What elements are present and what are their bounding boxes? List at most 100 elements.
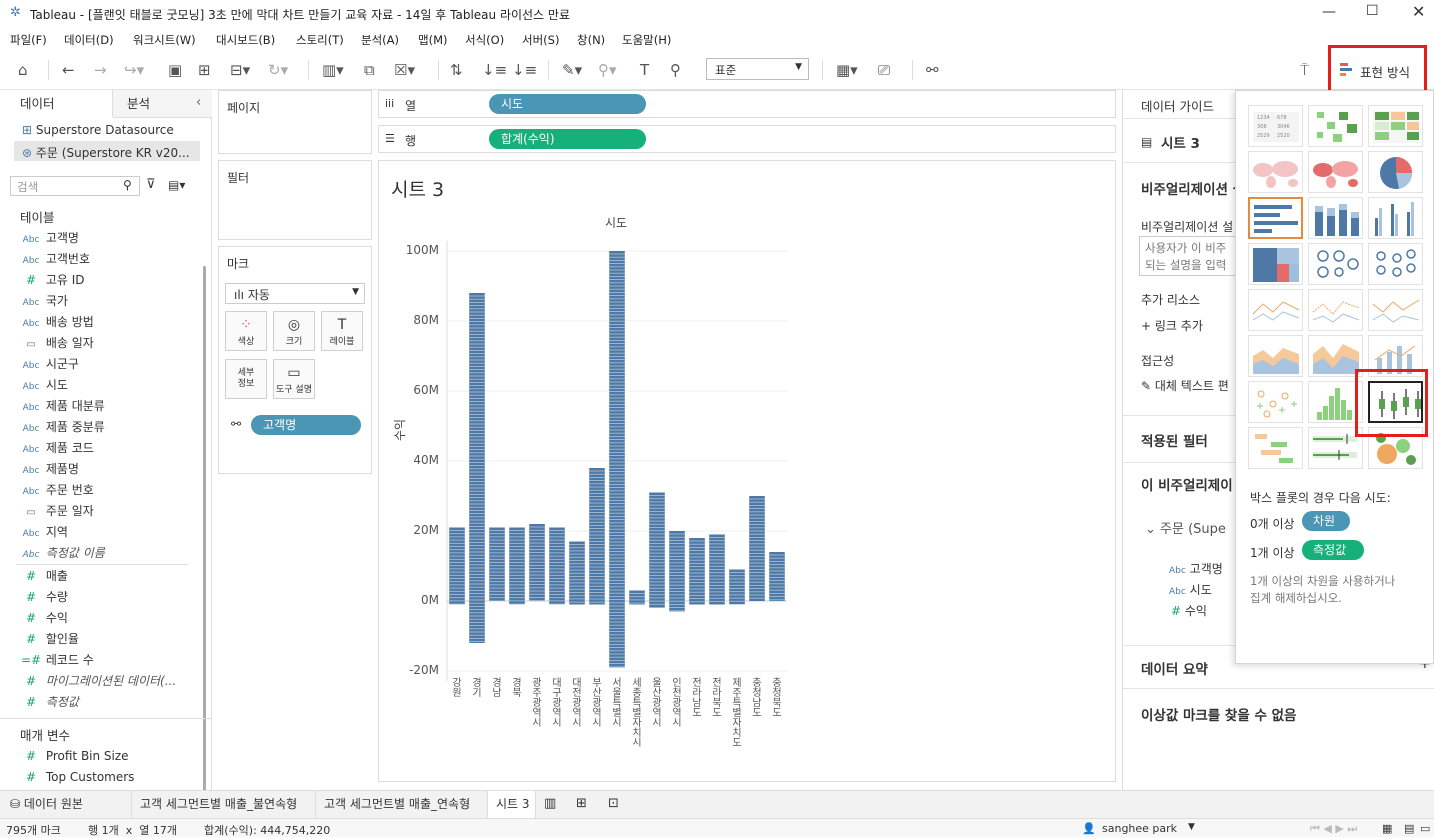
close-icon[interactable]: ✕ xyxy=(1412,2,1425,21)
menu-help[interactable]: 도움말(H) xyxy=(622,32,671,48)
dimension-field[interactable]: Abc 시도 xyxy=(20,375,68,396)
bar-fill[interactable] xyxy=(669,531,685,612)
dimension-field[interactable]: Abc 고객명 xyxy=(20,228,79,249)
dimension-field[interactable]: Abc 제품 대분류 xyxy=(20,396,105,417)
nav-first-icon[interactable]: ⏮ ◀ ▶ ⏭ xyxy=(1310,822,1357,836)
tooltip-button[interactable]: ▭ 도구 설명 xyxy=(273,359,315,399)
param-item[interactable]: # Top Customers xyxy=(20,767,134,788)
fix-axes-icon[interactable]: ⚲ xyxy=(670,60,681,80)
chart-type-hbar[interactable] xyxy=(1248,197,1303,239)
sort-asc-icon[interactable]: ↓≡ xyxy=(482,60,507,80)
pages-card[interactable]: 페이지 xyxy=(218,90,372,154)
chart-type-circles[interactable] xyxy=(1308,243,1363,285)
chart-type-treemap[interactable] xyxy=(1248,243,1303,285)
dimension-field[interactable]: # 고유 ID xyxy=(20,270,85,291)
bar-경기[interactable] xyxy=(469,293,485,643)
bar-fill[interactable] xyxy=(729,569,745,605)
bar-경남[interactable] xyxy=(489,527,505,602)
share-icon[interactable]: ⚯ xyxy=(926,60,939,80)
tab-sheet[interactable]: 고객 세그먼트별 매출_불연속형 xyxy=(132,791,316,818)
filmstrip-icon[interactable]: ▤ xyxy=(1404,822,1414,835)
columns-shelf[interactable]: iii 열 시도 xyxy=(378,90,1116,118)
chart-type-heatmap[interactable] xyxy=(1308,105,1363,147)
chart-type-line-disc[interactable] xyxy=(1308,289,1363,331)
chart-type-filled-map[interactable] xyxy=(1308,151,1363,193)
dimension-field[interactable]: Abc 배송 방법 xyxy=(20,312,94,333)
chart-type-line-cont[interactable] xyxy=(1248,289,1303,331)
dimension-field[interactable]: Abc 측정값 이름 xyxy=(20,543,105,564)
presentation-icon[interactable]: ⎚ xyxy=(878,60,890,80)
user-menu[interactable]: sanghee park xyxy=(1102,822,1177,835)
minimize-icon[interactable]: — xyxy=(1322,4,1336,20)
datasource-item-selected[interactable]: ⊛ 주문 (Superstore KR v20... xyxy=(14,141,200,161)
view-options-icon[interactable]: ▤▾ xyxy=(168,178,185,192)
rows-pill[interactable]: 합계(수익) xyxy=(489,129,646,149)
size-button[interactable]: ◎ 크기 xyxy=(273,311,315,351)
tab-data[interactable]: 데이터 xyxy=(0,90,113,118)
format-painter-icon[interactable]: ⍑ xyxy=(1300,60,1309,80)
group-icon[interactable]: ⚲▾ xyxy=(598,60,617,80)
bar-fill[interactable] xyxy=(689,538,705,605)
chart-type-dual-line[interactable] xyxy=(1368,289,1423,331)
tab-data-guide[interactable]: 데이터 가이드 xyxy=(1141,96,1214,115)
chart-type-pie[interactable] xyxy=(1368,151,1423,193)
new-dashboard-icon[interactable]: ⊞ xyxy=(576,796,587,811)
refresh-icon[interactable]: ↻▾ xyxy=(268,60,288,80)
new-worksheet-icon[interactable]: ▥ xyxy=(544,796,556,811)
menu-file[interactable]: 파일(F) xyxy=(10,32,47,48)
add-link-button[interactable]: + 링크 추가 xyxy=(1141,317,1203,334)
new-worksheet-icon[interactable]: ▥▾ xyxy=(322,60,344,80)
measure-field[interactable]: =# 레코드 수 xyxy=(20,650,94,671)
grid-view-icon[interactable]: ▦ xyxy=(1382,822,1392,835)
source-tree-item[interactable]: ⌄ 주문 (Supe xyxy=(1145,518,1226,537)
chart-type-symbol-map[interactable] xyxy=(1248,151,1303,193)
menu-format[interactable]: 서식(O) xyxy=(465,32,504,48)
bar-전북[interactable] xyxy=(709,534,725,605)
bar-충남[interactable] xyxy=(749,496,765,601)
measure-field[interactable]: # 매출 xyxy=(20,566,68,587)
dimension-field[interactable]: Abc 제품 코드 xyxy=(20,438,94,459)
bar-경북[interactable] xyxy=(509,527,525,605)
dimension-field[interactable]: Abc 제품명 xyxy=(20,459,79,480)
tab-sheet[interactable]: 고객 세그먼트별 매출_연속형 xyxy=(316,791,488,818)
tab-data-source[interactable]: ⛁ 데이터 원본 xyxy=(0,791,132,818)
chart-type-gantt[interactable] xyxy=(1248,427,1303,469)
bar-fill[interactable] xyxy=(629,590,645,605)
bar-세종특별자치시[interactable] xyxy=(629,590,645,605)
dimension-field[interactable]: Abc 국가 xyxy=(20,291,68,312)
replay-icon[interactable]: ↪▾ xyxy=(124,60,144,80)
menu-dashboard[interactable]: 대시보드(B) xyxy=(216,32,275,48)
menu-server[interactable]: 서버(S) xyxy=(522,32,559,48)
filters-card[interactable]: 필터 xyxy=(218,160,372,240)
bar-광주[interactable] xyxy=(529,524,545,602)
filter-icon[interactable]: ⊽ xyxy=(146,177,156,192)
menu-map[interactable]: 맵(M) xyxy=(418,32,447,48)
new-datasource-icon[interactable]: ⊞ xyxy=(198,60,211,80)
sort-desc-icon[interactable]: ↓≡ xyxy=(512,60,537,80)
bar-충북[interactable] xyxy=(769,552,785,601)
tab-view-icon[interactable]: ▭ xyxy=(1420,822,1430,835)
bar-fill[interactable] xyxy=(589,468,605,605)
menu-story[interactable]: 스토리(T) xyxy=(296,32,344,48)
save-icon[interactable]: ▣ xyxy=(168,60,182,80)
chart-type-scatter[interactable] xyxy=(1248,381,1303,423)
chevron-down-icon[interactable]: ▼ xyxy=(1188,822,1195,832)
param-item[interactable]: # Profit Bin Size xyxy=(20,746,129,767)
dimension-field[interactable]: Abc 주문 번호 xyxy=(20,480,94,501)
dimension-field[interactable]: Abc 지역 xyxy=(20,522,68,543)
chart-type-area-cont[interactable] xyxy=(1248,335,1303,377)
undo-icon[interactable]: ← xyxy=(62,60,75,80)
pause-updates-icon[interactable]: ⊟▾ xyxy=(230,60,250,80)
maximize-icon[interactable]: ☐ xyxy=(1366,3,1379,19)
bar-전남[interactable] xyxy=(689,538,705,605)
measure-field[interactable]: # 마이그레이션된 데이터(... xyxy=(20,671,176,692)
bar-fill[interactable] xyxy=(489,527,505,602)
columns-pill[interactable]: 시도 xyxy=(489,94,646,114)
swap-icon[interactable]: ⇅ xyxy=(450,60,463,80)
new-story-icon[interactable]: ⊡ xyxy=(608,796,619,811)
redo-icon[interactable]: → xyxy=(94,60,107,80)
bar-서울[interactable] xyxy=(609,251,625,668)
bar-제주[interactable] xyxy=(729,569,745,605)
color-button[interactable]: ⁘ 색상 xyxy=(225,311,267,351)
chart-type-highlight[interactable] xyxy=(1368,105,1423,147)
